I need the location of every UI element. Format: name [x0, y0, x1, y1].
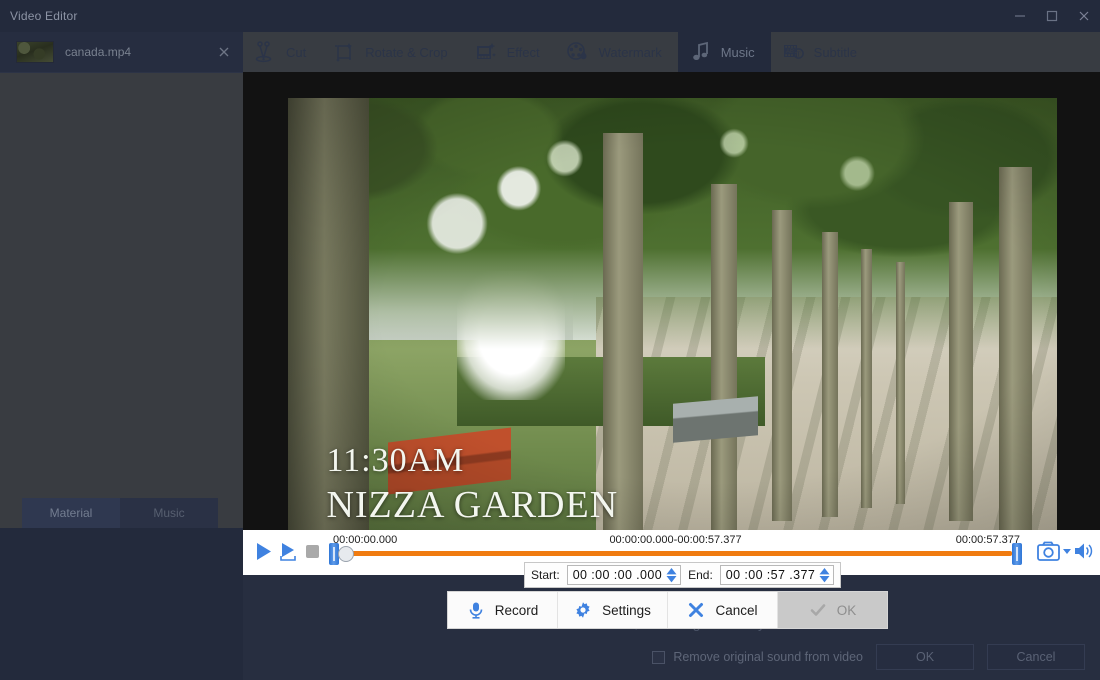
trim-time-panel: Start: 00 :00 :00 .000 End: 00 :00 :57 .… — [524, 562, 842, 588]
record-button[interactable]: Record — [448, 592, 558, 628]
check-icon — [809, 601, 827, 619]
svg-text:T: T — [796, 50, 801, 58]
video-thumbnail — [16, 41, 54, 63]
x-icon — [687, 601, 705, 619]
toolbar-item-cut-label: Cut — [286, 44, 307, 60]
footer-ok-button[interactable]: OK — [876, 644, 974, 670]
toolbar-item-rotate-crop[interactable]: Rotate & Crop — [322, 32, 463, 72]
trim-start-value: 00 :00 :00 .000 — [572, 568, 663, 582]
playhead-handle[interactable] — [338, 546, 354, 562]
file-tab[interactable]: canada.mp4 — [0, 32, 243, 73]
video-overlay-line1: 11:30AM — [326, 442, 465, 480]
footer-ok-label: OK — [915, 650, 935, 664]
settings-label: Settings — [602, 602, 651, 618]
video-overlay-line2: NIZZA GARDEN — [326, 483, 619, 526]
music-note-icon — [688, 40, 712, 64]
sidebar: canada.mp4 Material Music — [0, 32, 243, 680]
spinner-arrows-icon[interactable] — [819, 567, 830, 583]
sidebar-footer-area — [0, 528, 243, 680]
scissors-icon — [253, 40, 277, 64]
video-stage: 11:30AM NIZZA GARDEN — [243, 72, 1100, 530]
file-name: canada.mp4 — [65, 45, 132, 59]
trim-end-value: 00 :00 :57 .377 — [725, 568, 816, 582]
trim-start-input[interactable]: 00 :00 :00 .000 — [566, 565, 682, 585]
close-button[interactable] — [1068, 0, 1100, 32]
camera-icon[interactable] — [1037, 541, 1060, 566]
trim-end-input[interactable]: 00 :00 :57 .377 — [719, 565, 835, 585]
ok-label: OK — [836, 602, 857, 618]
music-action-bar: Record Settings Cancel OK — [447, 591, 888, 629]
ok-button[interactable]: OK — [778, 592, 887, 628]
toolbar-item-effect-label: Effect — [506, 44, 540, 60]
window-controls — [1004, 0, 1100, 32]
cancel-label: Cancel — [715, 602, 758, 618]
volume-icon[interactable] — [1074, 541, 1094, 566]
microphone-icon — [467, 601, 485, 619]
minimize-button[interactable] — [1004, 0, 1036, 32]
sidebar-tab-music[interactable]: Music — [120, 498, 218, 528]
remove-original-sound-checkbox[interactable]: Remove original sound from video — [652, 650, 863, 664]
sidebar-tab-material[interactable]: Material — [22, 498, 120, 528]
spinner-arrows-icon[interactable] — [666, 567, 677, 583]
timeline-end-time: 00:00:57.377 — [955, 534, 1020, 546]
footer-cancel-label: Cancel — [1016, 650, 1056, 664]
toolbar-item-watermark[interactable]: Watermark — [556, 32, 678, 72]
film-sparkle-icon — [474, 40, 498, 64]
window-title: Video Editor — [10, 9, 78, 23]
material-list-panel — [0, 73, 243, 531]
footer-cancel-button[interactable]: Cancel — [987, 644, 1085, 670]
film-reel-droplet-icon — [566, 40, 590, 64]
toolbar-item-subtitle-label: Subtitle — [813, 44, 858, 60]
cancel-button[interactable]: Cancel — [668, 592, 778, 628]
trim-start-label: Start: — [531, 568, 560, 582]
trim-end-label: End: — [688, 568, 713, 582]
title-bar: Video Editor — [0, 0, 1100, 32]
toolbar-item-music-label: Music — [720, 44, 755, 60]
record-label: Record — [494, 602, 539, 618]
toolbar-item-rotate-crop-label: Rotate & Crop — [365, 44, 448, 60]
timeline-start-time: 00:00:00.000 — [333, 534, 398, 546]
sidebar-tab-material-label: Material — [49, 506, 93, 520]
video-text-overlay: 11:30AM NIZZA GARDEN — [326, 440, 618, 528]
stop-button[interactable] — [306, 545, 319, 563]
chevron-down-icon[interactable] — [1062, 541, 1072, 566]
gear-icon — [574, 601, 592, 619]
settings-button[interactable]: Settings — [558, 592, 668, 628]
close-icon[interactable] — [217, 45, 231, 59]
video-preview[interactable]: 11:30AM NIZZA GARDEN — [288, 98, 1057, 530]
toolbar-item-subtitle[interactable]: ABC T Subtitle — [771, 32, 873, 72]
sidebar-tab-music-label: Music — [153, 506, 185, 520]
checkbox-box[interactable] — [652, 650, 666, 664]
film-text-icon: ABC T — [781, 40, 805, 64]
maximize-button[interactable] — [1036, 0, 1068, 32]
toolbar-item-music[interactable]: Music — [677, 32, 771, 72]
sidebar-tabs: Material Music — [22, 498, 218, 528]
toolbar-item-effect[interactable]: Effect — [464, 32, 556, 72]
remove-original-sound-label: Remove original sound from video — [673, 650, 863, 664]
player-right-controls — [1037, 541, 1094, 566]
editor-toolbar: Cut Rotate & Crop Effect Watermark Music… — [243, 32, 1100, 72]
trim-end-handle[interactable] — [1012, 543, 1022, 565]
crop-icon — [332, 40, 356, 64]
video-editor-window: Video Editor canada.mp4 Material Music C… — [0, 0, 1100, 680]
footer-row: Remove original sound from video OK Canc… — [243, 644, 1100, 670]
play-selection-button[interactable] — [279, 542, 299, 566]
toolbar-item-cut[interactable]: Cut — [243, 32, 322, 72]
play-button[interactable] — [254, 542, 273, 566]
toolbar-item-watermark-label: Watermark — [598, 44, 662, 60]
timeline-progress-bar[interactable] — [338, 551, 1012, 556]
timeline-range-time: 00:00:00.000-00:00:57.377 — [609, 534, 742, 546]
